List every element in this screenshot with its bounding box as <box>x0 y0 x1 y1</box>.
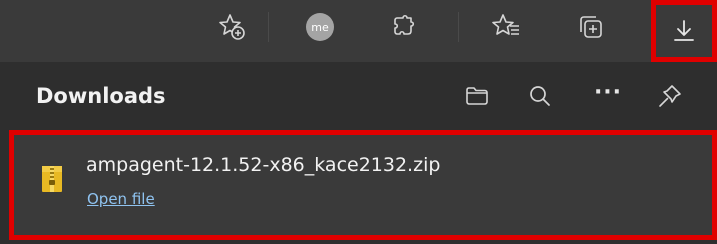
extensions-button[interactable] <box>380 2 430 52</box>
avatar: me <box>306 13 334 41</box>
favorites-add-icon <box>219 14 245 40</box>
folder-icon <box>466 87 488 105</box>
profile-button[interactable]: me <box>295 2 345 52</box>
browser-toolbar: me <box>0 0 717 62</box>
download-item[interactable]: ampagent-12.1.52-x86_kace2132.zip Open f… <box>9 130 717 240</box>
search-icon <box>530 86 550 106</box>
pin-icon <box>659 85 681 107</box>
extensions-icon <box>394 14 415 35</box>
more-icon: ··· <box>593 80 623 105</box>
collections-button[interactable] <box>566 2 616 52</box>
toolbar-divider <box>458 12 459 42</box>
search-downloads-button[interactable] <box>520 76 560 116</box>
download-file-name: ampagent-12.1.52-x86_kace2132.zip <box>86 154 441 176</box>
downloads-button[interactable] <box>651 0 717 62</box>
downloads-icon <box>674 20 694 41</box>
more-options-button[interactable]: ··· <box>588 76 628 116</box>
open-downloads-folder-button[interactable] <box>457 76 497 116</box>
pin-panel-button[interactable] <box>650 76 690 116</box>
favorites-icon <box>492 14 519 35</box>
add-to-favorites-button[interactable] <box>207 2 257 52</box>
open-file-link[interactable]: Open file <box>87 190 155 208</box>
zip-file-icon <box>40 162 64 198</box>
favorites-button[interactable] <box>481 2 531 52</box>
toolbar-divider <box>268 12 269 42</box>
panel-title: Downloads <box>36 84 166 108</box>
downloads-panel: Downloads ··· ampagent-12.1.52-x86_kace2… <box>0 62 717 244</box>
collections-icon <box>580 16 602 38</box>
